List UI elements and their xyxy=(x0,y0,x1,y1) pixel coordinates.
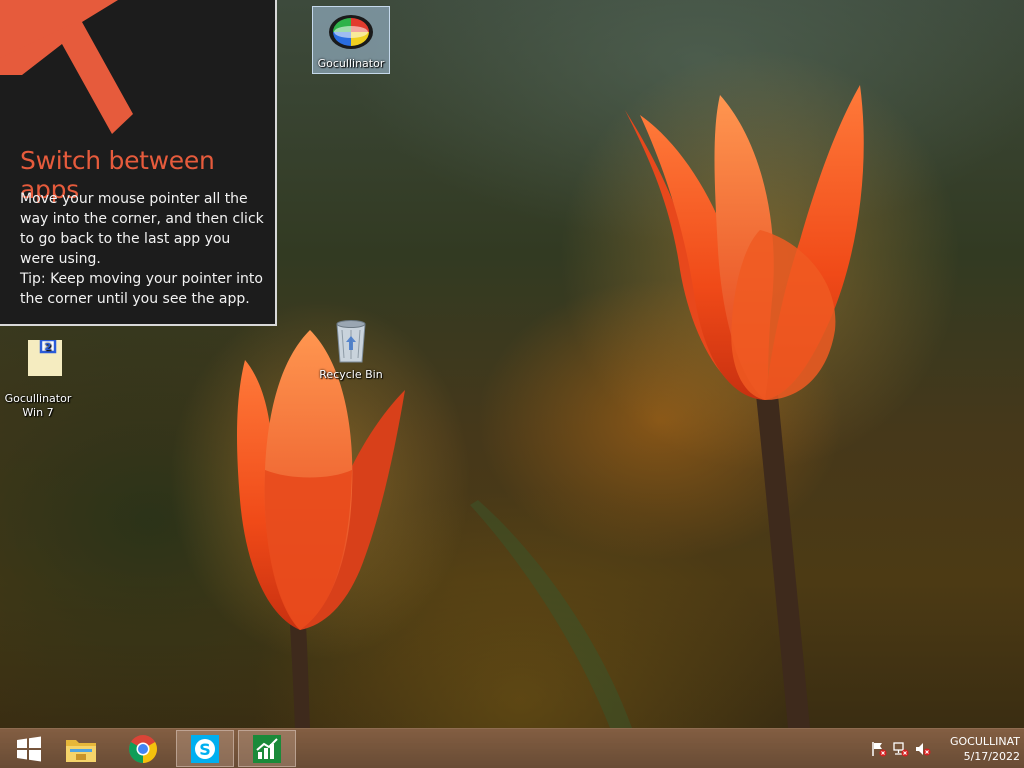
taskbar-clock[interactable]: GOCULLINAT 5/17/2022 xyxy=(940,734,1024,764)
start-icon xyxy=(17,736,41,761)
document-icon: 2 xyxy=(28,340,62,376)
clock-date: 5/17/2022 xyxy=(963,749,1020,763)
desktop-icon-gocullinator-win7[interactable]: 2 Gocullinator Win 7 xyxy=(0,326,76,420)
switch-apps-tip-panel: Switch between apps Move your mouse poin… xyxy=(0,0,277,326)
desktop-icon-label: Recycle Bin xyxy=(319,368,383,381)
desktop-icon-gocullinator[interactable]: Gocullinator xyxy=(312,6,390,74)
recycle-bin-icon xyxy=(336,320,366,363)
tip-instructions: Move your mouse pointer all the way into… xyxy=(20,191,264,267)
taskbar-chart-app[interactable] xyxy=(238,730,296,767)
taskbar-skype[interactable]: S xyxy=(176,730,234,767)
desktop[interactable]: Gocullinator Recycle Bin 2 Gocullinator … xyxy=(0,0,1024,728)
tip-hint: Tip: Keep moving your pointer into the c… xyxy=(20,271,263,307)
tray-volume[interactable] xyxy=(912,738,934,760)
network-icon xyxy=(893,741,909,756)
taskbar-file-explorer[interactable] xyxy=(52,730,110,767)
start-button[interactable] xyxy=(0,730,58,767)
desktop-icon-label: Gocullinator Win 7 xyxy=(4,392,72,419)
svg-text:S: S xyxy=(199,740,211,759)
gocullinator-icon xyxy=(329,15,373,49)
desktop-icon-label: Gocullinator xyxy=(317,57,385,70)
chart-app-icon xyxy=(253,734,281,763)
taskbar-chrome[interactable] xyxy=(114,730,172,767)
tray-action-center[interactable] xyxy=(868,738,890,760)
taskbar: S GOCULLINAT 5/17/2022 xyxy=(0,728,1024,768)
corner-arrow-icon xyxy=(0,0,133,134)
svg-text:2: 2 xyxy=(45,342,52,353)
system-tray: GOCULLINAT 5/17/2022 xyxy=(868,729,1024,768)
desktop-icon-recycle-bin[interactable]: Recycle Bin xyxy=(313,318,389,382)
clock-computer-name: GOCULLINAT xyxy=(949,734,1020,748)
chrome-icon xyxy=(129,734,157,763)
skype-icon: S xyxy=(191,734,219,763)
action-center-flag-icon xyxy=(872,741,887,756)
tray-network[interactable] xyxy=(890,738,912,760)
file-explorer-icon xyxy=(66,739,96,762)
volume-muted-icon xyxy=(916,742,931,755)
tip-body: Move your mouse pointer all the way into… xyxy=(20,189,266,309)
